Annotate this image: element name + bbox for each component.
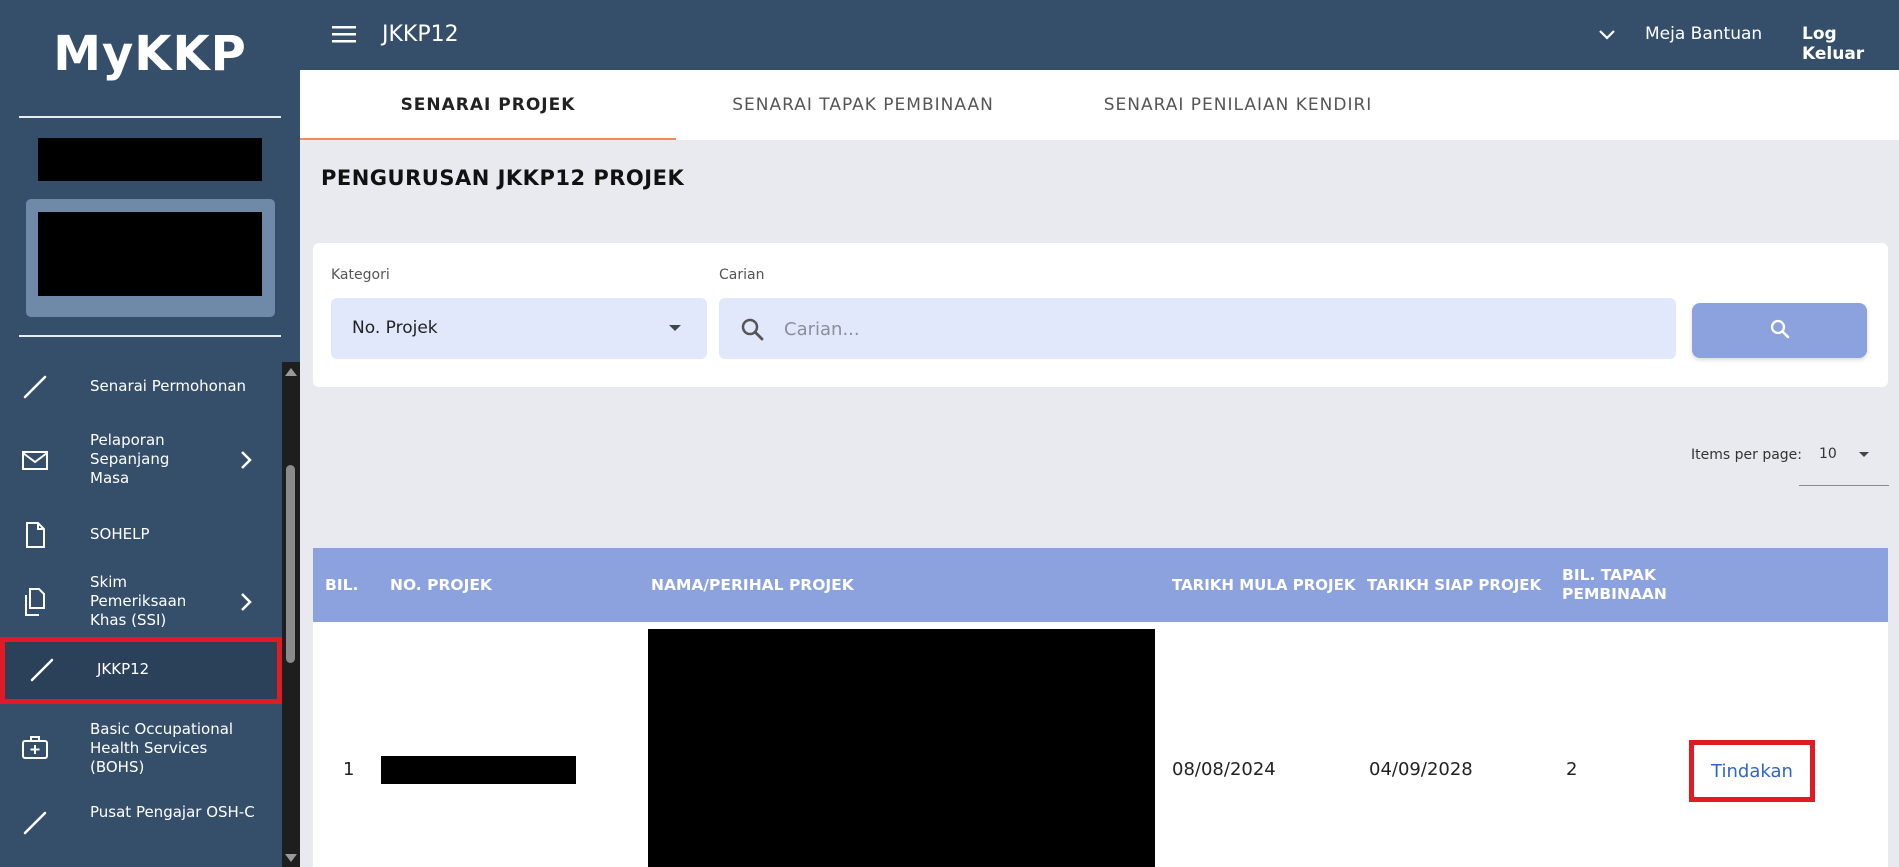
tindakan-action-link[interactable]: Tindakan	[1689, 740, 1815, 802]
filter-card: Kategori No. Projek Carian	[313, 243, 1888, 387]
help-desk-link[interactable]: Meja Bantuan	[1645, 24, 1762, 44]
sidebar-item-label: JKKP12	[97, 660, 150, 678]
sidebar-divider	[19, 335, 281, 337]
sidebar-item-label: Skim Pemeriksaan Khas (SSI)	[90, 573, 187, 629]
sidebar-item-label: Pusat Pengajar OSH-C	[90, 803, 255, 821]
column-header-tarikh-siap: TARIKH SIAP PROJEK	[1367, 575, 1542, 594]
tab-senarai-penilaian-kendiri[interactable]: SENARAI PENILAIAN KENDIRI	[1050, 70, 1426, 140]
tab-bar: SENARAI PROJEK SENARAI TAPAK PEMBINAAN S…	[300, 70, 1899, 140]
redacted-project-name	[648, 629, 1155, 867]
envelope-icon	[18, 443, 52, 477]
column-header-bil: BIL.	[325, 575, 359, 594]
page-title: PENGURUSAN JKKP12 PROJEK	[321, 166, 685, 190]
pencil-icon	[25, 653, 59, 687]
redacted-project-number	[381, 756, 576, 784]
sidebar-item-label: Basic Occupational Health Services (BOHS…	[90, 720, 234, 776]
category-selected-value: No. Projek	[352, 318, 438, 338]
items-per-page-select[interactable]: 10	[1799, 438, 1889, 486]
scrollbar-thumb[interactable]	[286, 465, 295, 663]
sidebar-divider	[19, 116, 281, 118]
search-box	[719, 298, 1676, 359]
category-label: Kategori	[331, 267, 390, 283]
table-header: BIL. NO. PROJEK NAMA/PERIHAL PROJEK TARI…	[313, 548, 1888, 622]
chevron-right-icon	[234, 448, 258, 472]
cell-site-count: 2	[1566, 759, 1578, 780]
medical-kit-icon	[18, 730, 52, 764]
sidebar-item-label: Senarai Permohonan	[90, 377, 247, 395]
pencil-icon	[18, 370, 52, 404]
profile-card	[26, 199, 275, 317]
scroll-up-icon[interactable]	[284, 367, 298, 377]
top-bar: JKKP12 Meja Bantuan Log Keluar	[300, 0, 1899, 70]
sidebar-item-jkkp12[interactable]: JKKP12	[0, 637, 282, 704]
sidebar-item-skim-pemeriksaan[interactable]: Skim Pemeriksaan Khas (SSI)	[0, 567, 282, 637]
column-header-bil-tapak: BIL. TAPAK PEMBINAAN	[1562, 566, 1667, 603]
table-body: 1 08/08/2024 04/09/2028 2 Tindakan	[313, 622, 1888, 867]
logout-link[interactable]: Log Keluar	[1802, 24, 1899, 64]
sidebar: MyKKP Senarai Permohonan Pelaporan Sepan…	[0, 0, 300, 867]
column-header-tarikh-mula: TARIKH MULA PROJEK	[1172, 575, 1356, 594]
column-header-nama-projek: NAMA/PERIHAL PROJEK	[651, 575, 854, 594]
sidebar-item-pusat-pengajar[interactable]: Pusat Pengajar OSH-C	[0, 792, 282, 852]
pencil-icon	[18, 806, 52, 840]
category-select[interactable]: No. Projek	[331, 298, 707, 359]
redacted-user-name	[38, 138, 262, 181]
chevron-down-icon[interactable]	[1595, 23, 1619, 47]
menu-icon[interactable]	[330, 20, 358, 48]
document-icon	[18, 518, 52, 552]
items-per-page-label: Items per page:	[1691, 447, 1803, 463]
search-icon	[739, 316, 765, 342]
sidebar-item-label: Pelaporan Sepanjang Masa	[90, 431, 170, 487]
sidebar-item-label: SOHELP	[90, 525, 150, 543]
redacted-profile-info	[38, 212, 262, 296]
chevron-right-icon	[234, 590, 258, 614]
cell-start-date: 08/08/2024	[1172, 759, 1276, 780]
cell-end-date: 04/09/2028	[1369, 759, 1473, 780]
items-per-page-value: 10	[1819, 446, 1837, 462]
column-header-no-projek: NO. PROJEK	[390, 575, 492, 594]
sidebar-menu: Senarai Permohonan Pelaporan Sepanjang M…	[0, 362, 282, 867]
sidebar-item-senarai-permohonan[interactable]: Senarai Permohonan	[0, 362, 282, 412]
search-button[interactable]	[1692, 303, 1867, 358]
search-input[interactable]	[784, 310, 1654, 348]
tab-senarai-tapak-pembinaan[interactable]: SENARAI TAPAK PEMBINAAN	[675, 70, 1051, 140]
search-label: Carian	[719, 267, 765, 283]
documents-icon	[18, 585, 52, 619]
tab-senarai-projek[interactable]: SENARAI PROJEK	[300, 70, 676, 140]
app-logo: MyKKP	[53, 26, 247, 82]
cell-bil: 1	[343, 759, 355, 780]
dropdown-caret-icon	[1859, 452, 1869, 457]
scroll-down-icon[interactable]	[284, 853, 298, 863]
sidebar-item-sohelp[interactable]: SOHELP	[0, 510, 282, 560]
projects-table: BIL. NO. PROJEK NAMA/PERIHAL PROJEK TARI…	[313, 548, 1888, 867]
dropdown-caret-icon	[669, 325, 681, 331]
sidebar-item-bohs[interactable]: Basic Occupational Health Services (BOHS…	[0, 712, 282, 782]
page-header-title: JKKP12	[382, 22, 459, 47]
sidebar-item-pelaporan[interactable]: Pelaporan Sepanjang Masa	[0, 425, 282, 495]
search-icon	[1769, 318, 1791, 344]
